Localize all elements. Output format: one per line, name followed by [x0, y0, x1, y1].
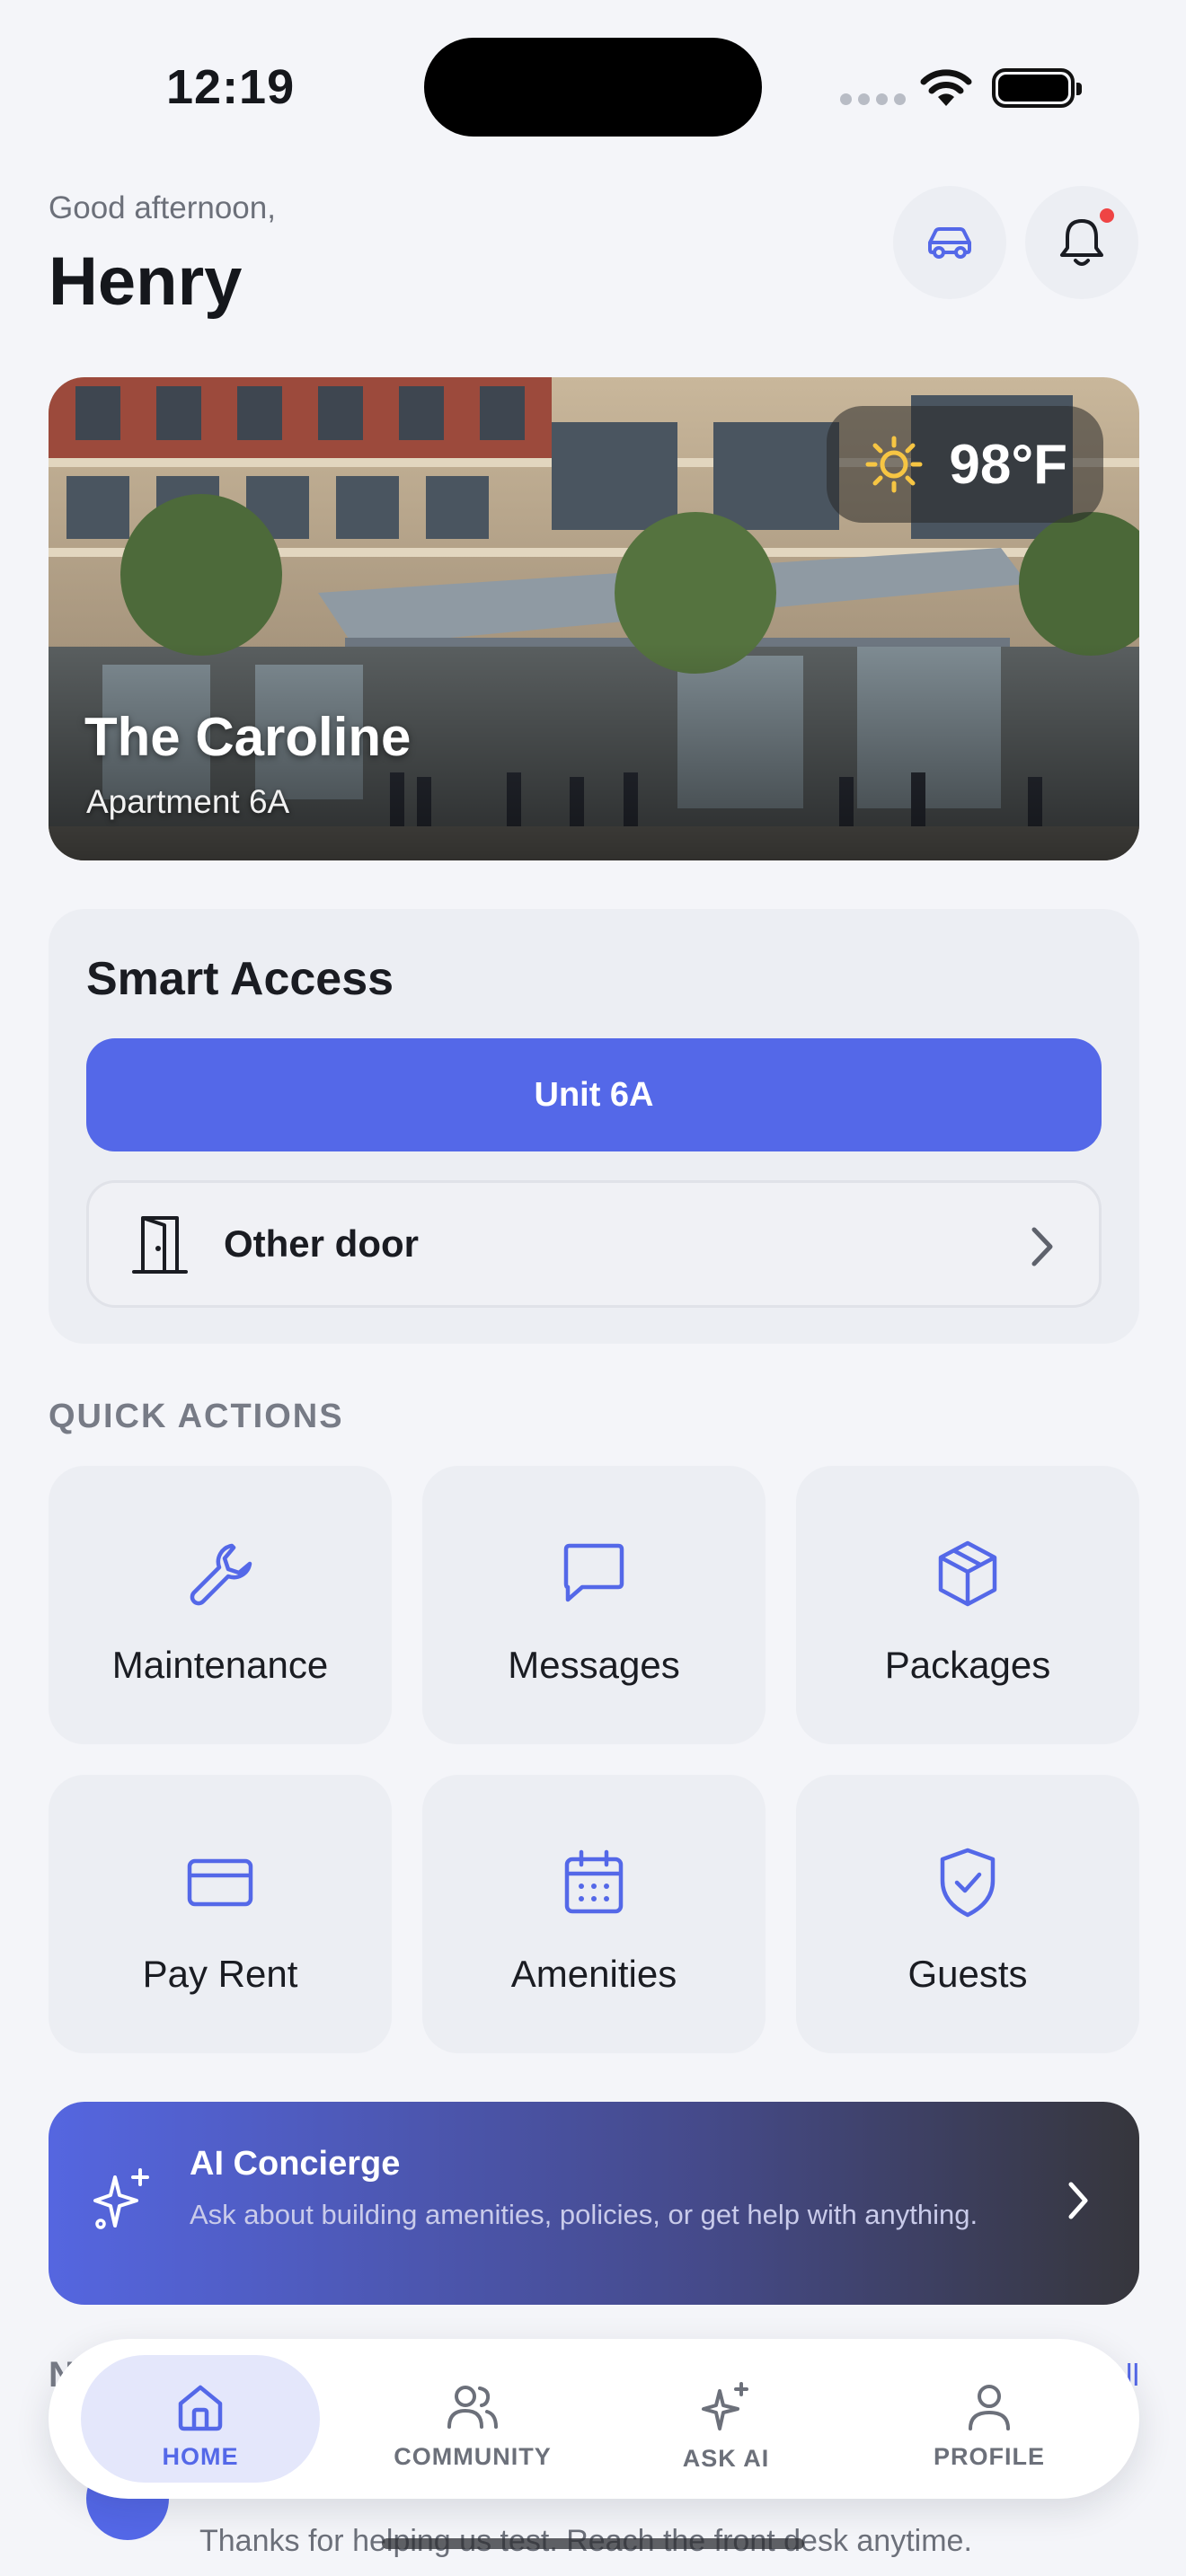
- unlock-unit-button[interactable]: Unit 6A: [86, 1038, 1102, 1151]
- apartment-label: Apartment 6A: [86, 783, 290, 820]
- ai-concierge-card[interactable]: AI Concierge Ask about building amenitie…: [49, 2102, 1139, 2305]
- chevron-right-icon: [1031, 1227, 1053, 1266]
- door-icon: [132, 1216, 188, 1274]
- cellular-signal-icon: [840, 93, 906, 105]
- calendar-icon: [564, 1849, 624, 1914]
- battery-icon: [992, 68, 1082, 108]
- status-bar: 12:19: [0, 0, 1186, 171]
- bottom-tab-bar: HOME COMMUNITY ASK AI PROFILE: [49, 2339, 1139, 2499]
- quick-action-messages[interactable]: Messages: [422, 1466, 766, 1744]
- tab-label: PROFILE: [933, 2443, 1045, 2470]
- tab-label: HOME: [162, 2443, 239, 2470]
- sparkles-icon: [93, 2168, 149, 2229]
- dynamic-island: [424, 38, 762, 137]
- tab-label: ASK AI: [682, 2445, 770, 2472]
- home-icon: [178, 2385, 223, 2431]
- notification-dot: [1097, 206, 1117, 225]
- tab-label: COMMUNITY: [394, 2443, 552, 2470]
- wifi-icon: [920, 69, 972, 106]
- notifications-button[interactable]: [1025, 186, 1138, 299]
- ai-concierge-title: AI Concierge: [190, 2145, 401, 2183]
- package-icon: [938, 1540, 997, 1607]
- credit-card-icon: [187, 1858, 253, 1907]
- ai-concierge-description: Ask about building amenities, policies, …: [190, 2199, 978, 2230]
- quick-action-label: Packages: [884, 1644, 1051, 1686]
- bell-icon: [1060, 219, 1103, 266]
- quick-action-label: Maintenance: [111, 1644, 329, 1686]
- tab-home[interactable]: HOME: [81, 2355, 320, 2483]
- quick-action-maintenance[interactable]: Maintenance: [49, 1466, 392, 1744]
- other-door-label: Other door: [224, 1222, 419, 1265]
- message-icon: [563, 1543, 624, 1602]
- quick-action-pay-rent[interactable]: Pay Rent: [49, 1775, 392, 2053]
- quick-action-label: Guests: [907, 1953, 1028, 1995]
- building-name: The Caroline: [84, 707, 412, 767]
- user-icon: [969, 2385, 1010, 2430]
- sparkles-icon: [702, 2382, 748, 2430]
- weather-badge: 98°F: [827, 406, 1103, 523]
- smart-access-card: Smart Access Unit 6A Other door: [49, 909, 1139, 1344]
- tab-community[interactable]: COMMUNITY: [353, 2355, 592, 2483]
- quick-actions-heading: QUICK ACTIONS: [49, 1398, 344, 1435]
- tab-profile[interactable]: PROFILE: [870, 2355, 1109, 2483]
- greeting-text: Good afternoon,: [49, 190, 276, 225]
- quick-action-guests[interactable]: Guests: [796, 1775, 1139, 2053]
- quick-action-label: Pay Rent: [142, 1953, 298, 1995]
- shield-check-icon: [940, 1848, 996, 1918]
- sun-icon: [865, 436, 923, 493]
- quick-action-packages[interactable]: Packages: [796, 1466, 1139, 1744]
- tab-ask-ai[interactable]: ASK AI: [606, 2355, 845, 2483]
- quick-action-label: Messages: [508, 1644, 680, 1686]
- weather-temperature: 98°F: [949, 433, 1067, 496]
- users-icon: [447, 2386, 498, 2429]
- smart-access-title: Smart Access: [86, 953, 394, 1005]
- quick-action-amenities[interactable]: Amenities: [422, 1775, 766, 2053]
- chevron-right-icon: [1068, 2182, 1088, 2219]
- home-indicator: [382, 2538, 804, 2549]
- vehicle-button[interactable]: [893, 186, 1006, 299]
- user-name: Henry: [49, 243, 243, 320]
- quick-action-label: Amenities: [510, 1953, 677, 1995]
- building-hero-card[interactable]: 98°F The Caroline Apartment 6A: [49, 377, 1139, 860]
- other-door-button[interactable]: Other door: [86, 1180, 1102, 1308]
- status-time: 12:19: [166, 60, 296, 114]
- car-icon: [928, 227, 971, 259]
- wrench-icon: [190, 1543, 252, 1606]
